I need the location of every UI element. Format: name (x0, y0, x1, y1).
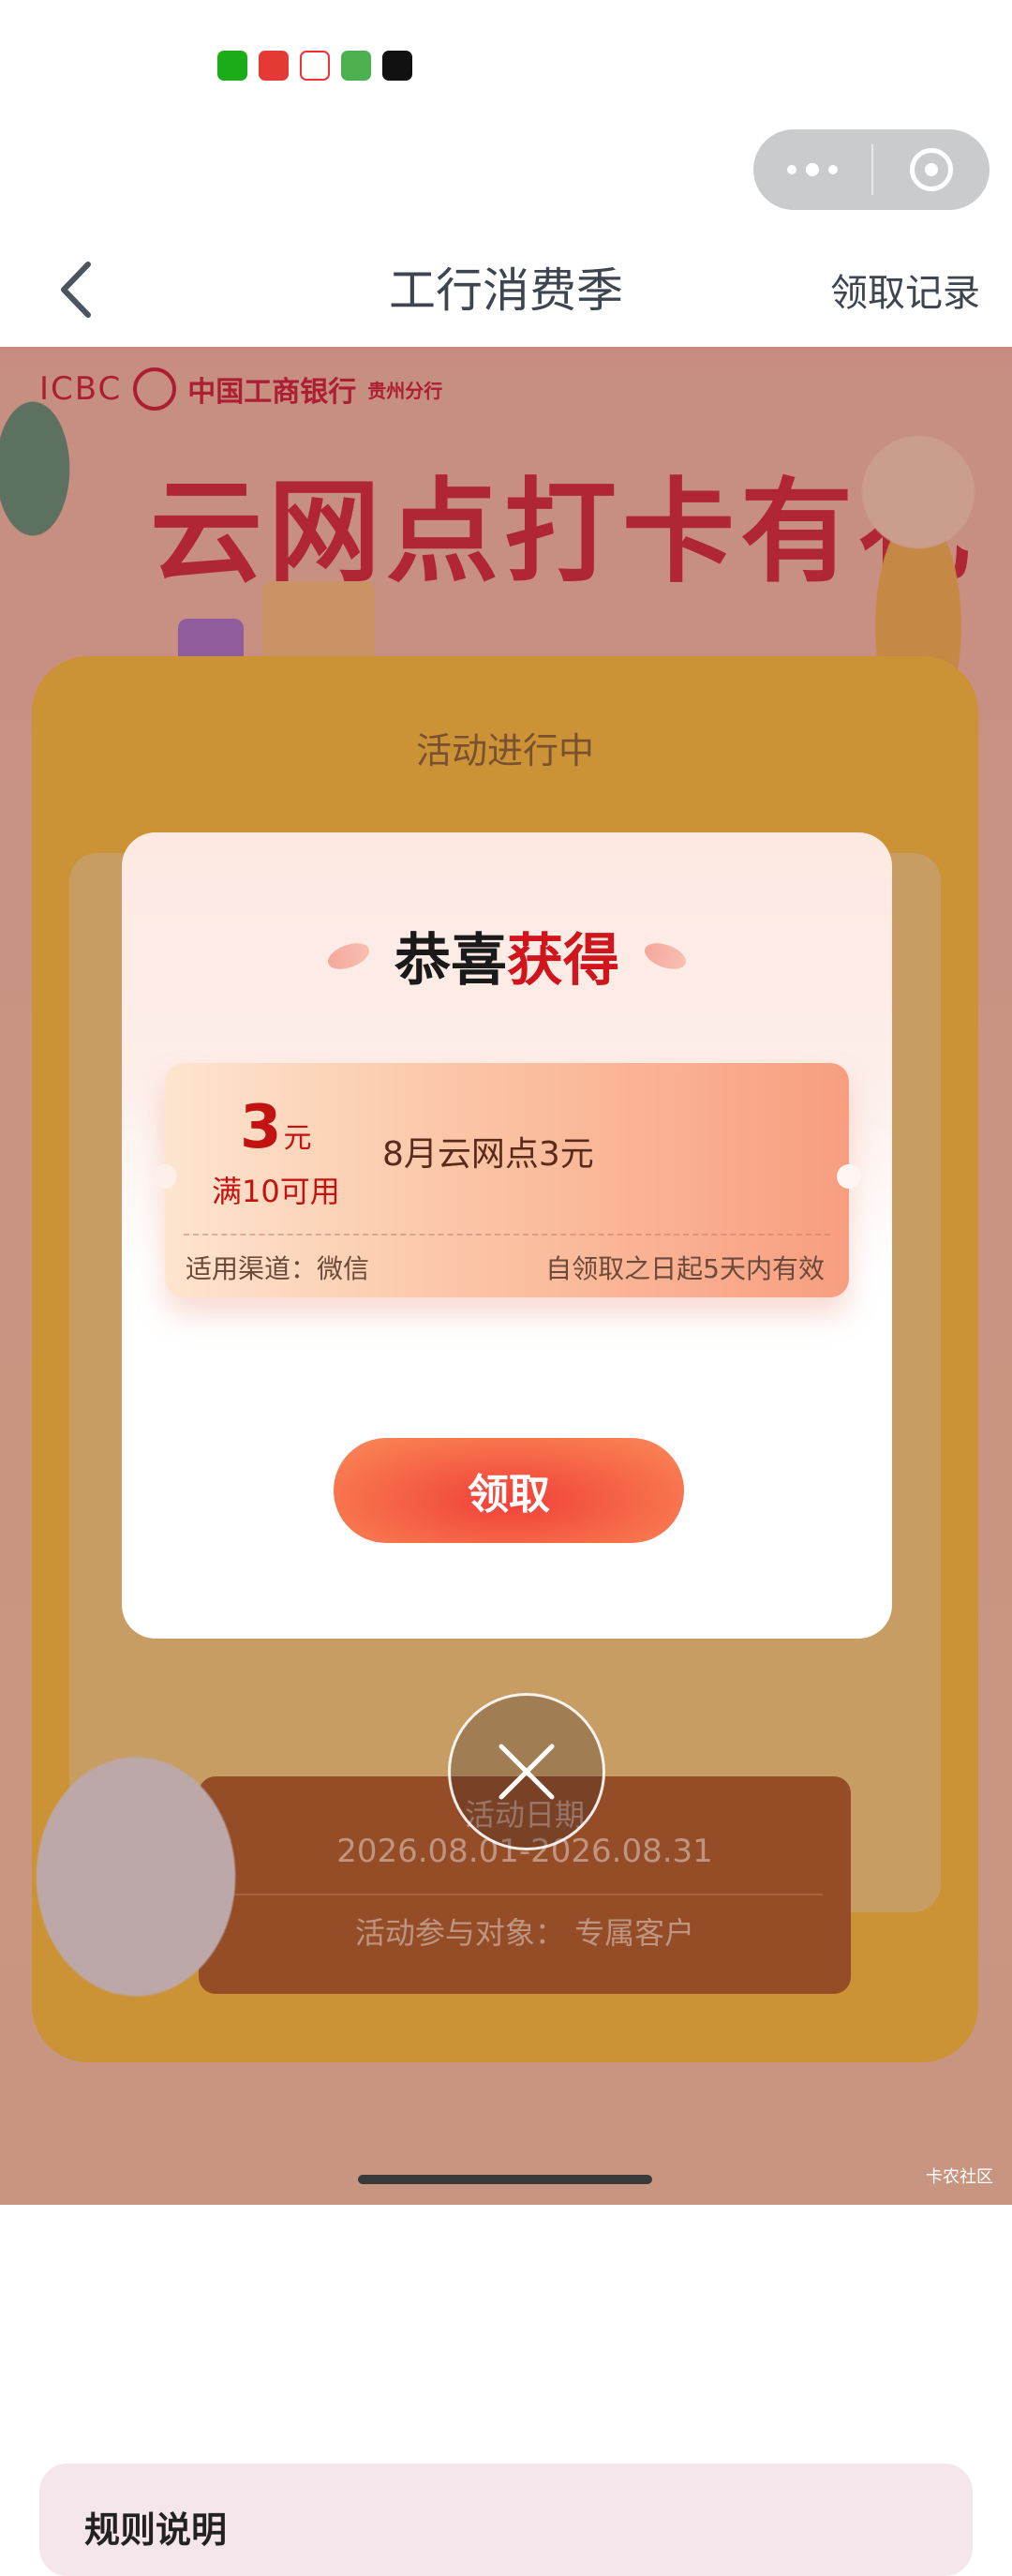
leaf-icon (641, 937, 690, 974)
rules-title: 规则说明 (84, 2509, 228, 2551)
coupon-notch (153, 1164, 177, 1189)
coupon-name: 8月云网点3元 (382, 1135, 594, 1174)
watermark: 卡农社区 (926, 2167, 993, 2187)
claim-button[interactable]: 领取 (334, 1438, 684, 1543)
close-x-glyph (499, 1744, 555, 1800)
home-indicator[interactable] (358, 2175, 652, 2184)
reward-modal: 恭喜获得 3 元 满10可用 8月云网点3元 适用渠道：微信 自领取之日起5天内… (122, 832, 892, 1639)
amount-value: 3 (240, 1093, 282, 1162)
toutiao-icon (300, 51, 330, 81)
title-obtained: 获得 (507, 928, 619, 994)
coupon-validity: 自领取之日起5天内有效 (545, 1253, 825, 1284)
amount-unit: 元 (283, 1122, 312, 1155)
coupon-channel: 适用渠道：微信 (186, 1253, 370, 1284)
miniprogram-capsule (753, 129, 990, 210)
tiktok-icon (382, 51, 412, 81)
coupon-divider (184, 1234, 830, 1236)
notification-icons (217, 51, 412, 81)
rules-card: 规则说明 (39, 2464, 973, 2576)
record-link[interactable]: 领取记录 (830, 262, 980, 317)
more-dots-icon[interactable] (753, 129, 871, 210)
title-congrats: 恭喜 (394, 928, 507, 994)
nav-bar: 工行消费季 领取记录 (0, 234, 1012, 347)
modal-title: 恭喜获得 (122, 915, 892, 996)
coupon-amount: 3 元 (240, 1093, 312, 1162)
app-icon (259, 51, 289, 81)
coupon-card: 3 元 满10可用 8月云网点3元 适用渠道：微信 自领取之日起5天内有效 (153, 1063, 861, 1297)
close-icon[interactable] (448, 1693, 605, 1850)
coupon-condition: 满10可用 (212, 1174, 340, 1209)
coupon-notch (837, 1164, 861, 1189)
wechat-icon (217, 51, 247, 81)
app-icon (341, 51, 371, 81)
leaf-icon (324, 937, 373, 974)
status-bar (0, 0, 1012, 131)
target-icon[interactable] (873, 129, 990, 210)
